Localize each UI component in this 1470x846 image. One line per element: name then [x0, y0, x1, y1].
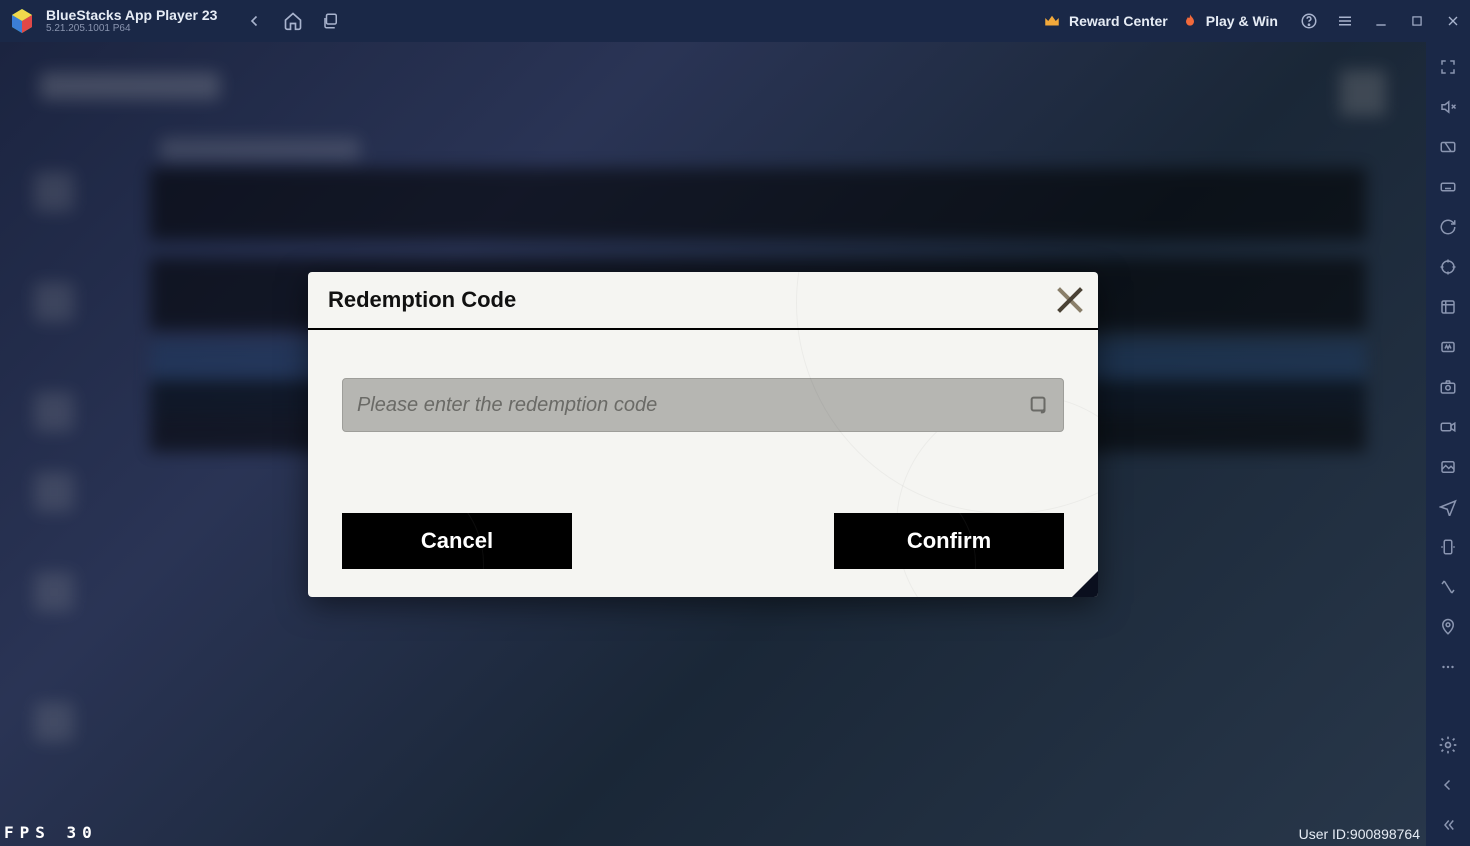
settings-gear-icon[interactable] [1437, 734, 1459, 756]
close-x-icon [1054, 284, 1086, 316]
shake-icon[interactable] [1437, 576, 1459, 598]
right-sidebar [1426, 42, 1470, 846]
back-side-icon[interactable] [1437, 774, 1459, 796]
confirm-button-label: Confirm [907, 528, 991, 554]
minimize-icon[interactable] [1372, 12, 1390, 30]
home-icon[interactable] [283, 11, 303, 31]
volume-mute-icon[interactable] [1437, 96, 1459, 118]
help-icon[interactable] [1300, 12, 1318, 30]
title-block: BlueStacks App Player 23 5.21.205.1001 P… [46, 8, 217, 34]
screenshot-icon[interactable] [1437, 376, 1459, 398]
play-and-win-button[interactable]: Play & Win [1182, 13, 1278, 29]
back-icon[interactable] [245, 11, 265, 31]
macro-icon[interactable] [1437, 296, 1459, 318]
modal-close-button[interactable] [1050, 280, 1090, 320]
close-window-icon[interactable] [1444, 12, 1462, 30]
collapse-sidebar-icon[interactable] [1437, 814, 1459, 836]
fullscreen-icon[interactable] [1437, 56, 1459, 78]
more-icon[interactable] [1437, 656, 1459, 678]
hamburger-icon[interactable] [1336, 12, 1354, 30]
modal-header: Redemption Code [308, 272, 1098, 330]
recents-icon[interactable] [321, 11, 341, 31]
redemption-code-input[interactable]: Please enter the redemption code [342, 378, 1064, 432]
rotate-icon[interactable] [1437, 536, 1459, 558]
redemption-code-modal: Redemption Code Please enter the redempt… [308, 272, 1098, 597]
keymap-icon[interactable] [1437, 136, 1459, 158]
cancel-button[interactable]: Cancel [342, 513, 572, 569]
reward-center-label: Reward Center [1069, 13, 1168, 29]
input-placeholder: Please enter the redemption code [357, 394, 657, 417]
modal-title: Redemption Code [328, 287, 516, 313]
play-and-win-label: Play & Win [1206, 13, 1278, 29]
crown-icon [1043, 12, 1061, 30]
app-title: BlueStacks App Player 23 [46, 8, 217, 23]
sync-icon[interactable] [1437, 216, 1459, 238]
location-icon[interactable] [1437, 616, 1459, 638]
airplane-icon[interactable] [1437, 496, 1459, 518]
titlebar: BlueStacks App Player 23 5.21.205.1001 P… [0, 0, 1470, 42]
record-icon[interactable] [1437, 416, 1459, 438]
flame-icon [1182, 13, 1198, 29]
main-area: Redemption Code Please enter the redempt… [0, 42, 1470, 846]
fps-counter: FPS 30 [4, 823, 98, 842]
cancel-button-label: Cancel [421, 528, 493, 554]
confirm-button[interactable]: Confirm [834, 513, 1064, 569]
aim-icon[interactable] [1437, 256, 1459, 278]
user-id-label: User ID:900898764 [1299, 826, 1420, 842]
media-folder-icon[interactable] [1437, 456, 1459, 478]
modal-corner-notch [1072, 571, 1098, 597]
reward-center-button[interactable]: Reward Center [1043, 12, 1168, 30]
keyboard-icon[interactable] [1437, 176, 1459, 198]
apk-icon[interactable] [1437, 336, 1459, 358]
maximize-icon[interactable] [1408, 12, 1426, 30]
paste-icon[interactable] [1025, 391, 1053, 419]
game-viewport: Redemption Code Please enter the redempt… [0, 42, 1426, 846]
bluestacks-logo [8, 7, 36, 35]
modal-body: Please enter the redemption code [308, 330, 1098, 452]
modal-button-row: Cancel Confirm [342, 513, 1064, 569]
app-subtitle: 5.21.205.1001 P64 [46, 23, 217, 34]
